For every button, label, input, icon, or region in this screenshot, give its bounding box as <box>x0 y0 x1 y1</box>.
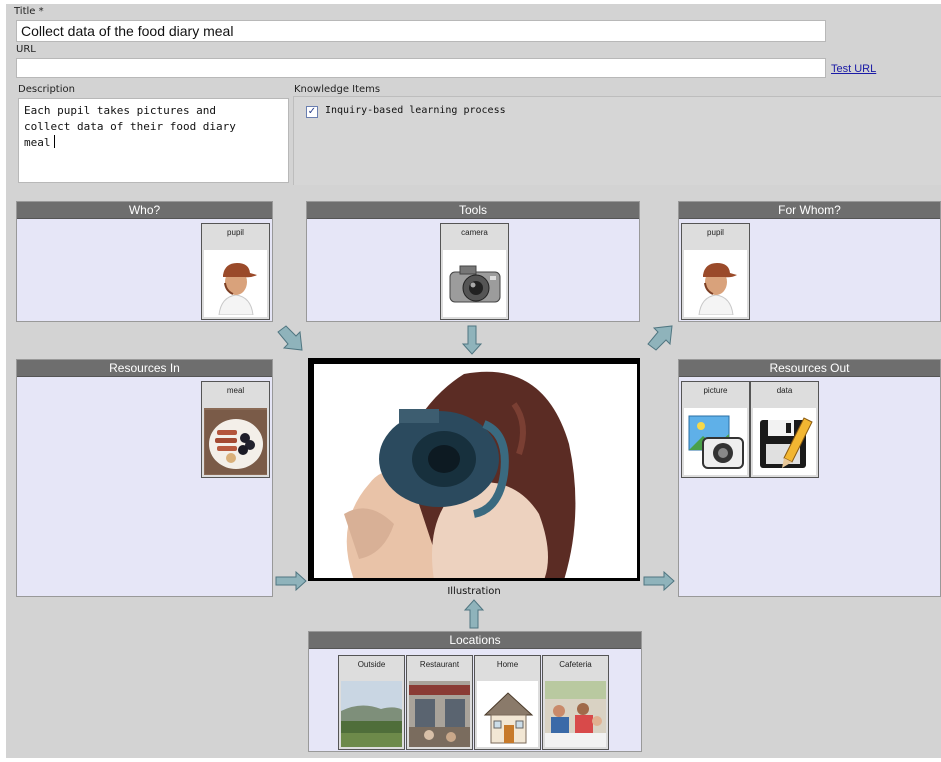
tile-label: meal <box>226 386 245 395</box>
meal-icon <box>204 408 267 475</box>
text-caret <box>53 135 55 148</box>
title-input[interactable]: Collect data of the food diary meal <box>16 20 826 42</box>
cafeteria-icon <box>545 681 606 747</box>
panel-for-whom: For Whom? pupil <box>678 201 941 322</box>
data-icon <box>753 408 816 475</box>
arrow-illustration-to-resources-out <box>643 571 675 591</box>
tile-label: pupil <box>707 228 724 237</box>
resources-in-tile-meal[interactable]: meal <box>201 381 270 478</box>
tile-label: camera <box>461 228 488 237</box>
restaurant-icon <box>409 681 470 747</box>
arrow-resources-in-to-illustration <box>275 571 307 591</box>
arrow-illustration-to-for-whom <box>647 325 673 351</box>
panel-for-whom-title: For Whom? <box>679 202 940 219</box>
resources-out-tile-data[interactable]: data <box>750 381 819 478</box>
illustration-frame <box>308 358 640 581</box>
description-textarea[interactable]: Each pupil takes pictures and collect da… <box>18 98 289 183</box>
home-icon <box>477 681 538 747</box>
tools-tile-camera[interactable]: camera <box>440 223 509 320</box>
panel-tools: Tools camera <box>306 201 640 322</box>
arrow-tools-to-illustration <box>461 325 483 355</box>
tile-label: pupil <box>227 228 244 237</box>
tile-label: Home <box>496 660 519 669</box>
resources-out-tile-picture[interactable]: picture <box>681 381 750 478</box>
illustration-image <box>314 364 637 578</box>
knowledge-item-checkbox[interactable]: ✓ <box>306 106 318 118</box>
url-label: URL <box>16 44 36 55</box>
arrow-who-to-illustration <box>277 325 303 351</box>
pupil-icon <box>204 250 267 317</box>
title-label: Title * <box>14 6 44 17</box>
outside-icon <box>341 681 402 747</box>
test-url-link[interactable]: Test URL <box>831 63 876 75</box>
location-tile-cafeteria[interactable]: Cafeteria <box>542 655 609 750</box>
panel-who-title: Who? <box>17 202 272 219</box>
tile-label: Cafeteria <box>559 660 592 669</box>
arrow-locations-to-illustration <box>463 599 485 629</box>
who-tile-pupil[interactable]: pupil <box>201 223 270 320</box>
knowledge-item-label: Inquiry-based learning process <box>325 105 506 116</box>
tile-label: Outside <box>357 660 386 669</box>
description-text: Each pupil takes pictures and collect da… <box>19 99 288 155</box>
panel-locations: Locations Outside Restaurant Home Cafete… <box>308 631 642 752</box>
knowledge-items-list: ✓ Inquiry-based learning process <box>293 96 941 185</box>
description-value: Each pupil takes pictures and collect da… <box>24 104 236 149</box>
panel-resources-in: Resources In meal <box>16 359 273 597</box>
activity-editor: Title * Collect data of the food diary m… <box>6 4 941 758</box>
panel-tools-title: Tools <box>307 202 639 219</box>
tile-label: picture <box>703 386 728 395</box>
url-input[interactable] <box>16 58 826 78</box>
panel-resources-out: Resources Out picture data <box>678 359 941 597</box>
illustration-label: Illustration <box>447 586 501 597</box>
location-tile-outside[interactable]: Outside <box>338 655 405 750</box>
location-tile-home[interactable]: Home <box>474 655 541 750</box>
pupil-icon <box>684 250 747 317</box>
panel-resources-out-title: Resources Out <box>679 360 940 377</box>
panel-who: Who? pupil <box>16 201 273 322</box>
panel-resources-in-title: Resources In <box>17 360 272 377</box>
for-whom-tile-pupil[interactable]: pupil <box>681 223 750 320</box>
tile-label: data <box>776 386 793 395</box>
camera-icon <box>443 250 506 317</box>
knowledge-label: Knowledge Items <box>294 84 381 95</box>
description-label: Description <box>18 84 75 95</box>
location-tile-restaurant[interactable]: Restaurant <box>406 655 473 750</box>
tile-label: Restaurant <box>419 660 460 669</box>
panel-locations-title: Locations <box>309 632 641 649</box>
picture-icon <box>684 408 747 475</box>
